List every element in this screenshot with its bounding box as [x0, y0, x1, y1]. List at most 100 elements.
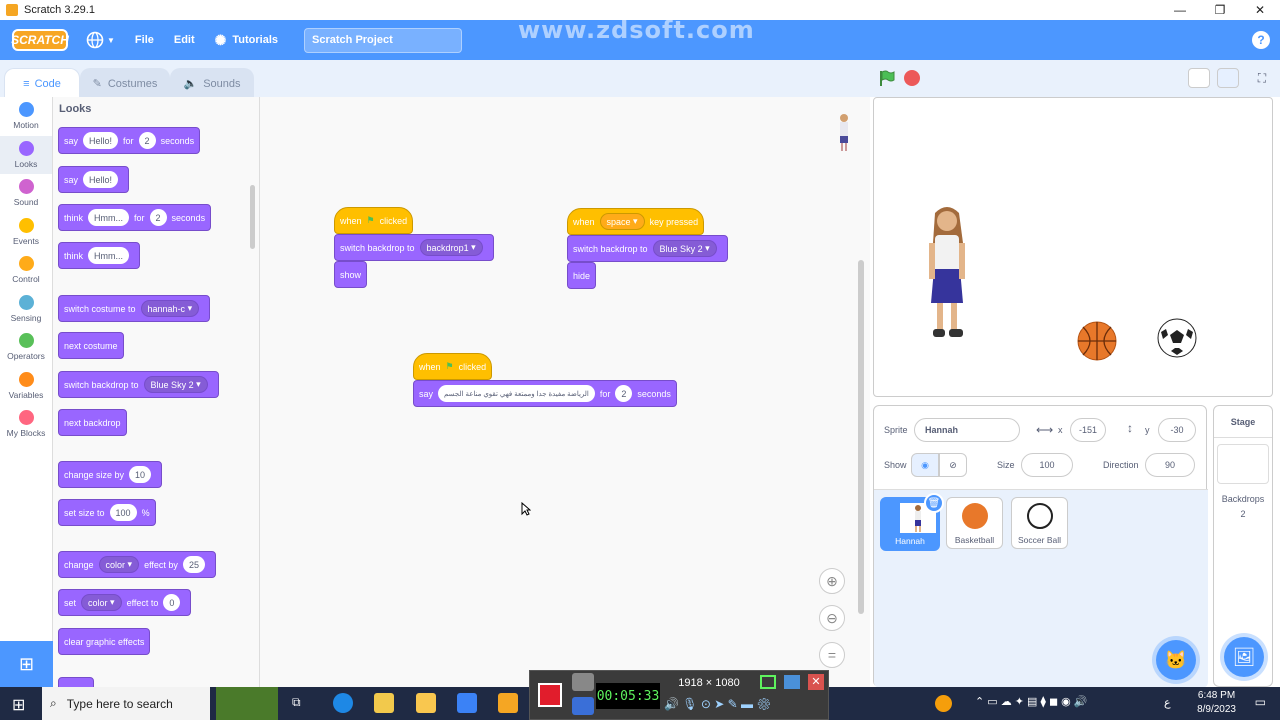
add-sprite-button[interactable]: 🐱 [1156, 640, 1196, 680]
category-control[interactable]: Control [0, 251, 52, 290]
task-view-icon[interactable]: ⧉ [292, 695, 301, 710]
backdrop-dropdown[interactable]: Blue Sky 2 ▾ [143, 376, 208, 393]
notification-icon[interactable]: ▭ [1255, 695, 1266, 709]
category-operators[interactable]: Operators [0, 328, 52, 367]
block-input[interactable]: Hmm... [88, 247, 130, 264]
costume-dropdown[interactable]: hannah-c ▾ [140, 300, 200, 317]
stage-thumbnail[interactable] [1217, 444, 1269, 484]
block-show[interactable]: show [334, 261, 368, 288]
backdrop-dropdown[interactable]: backdrop1 ▾ [419, 239, 483, 256]
sprite-tile-basketball[interactable]: Basketball [946, 497, 1003, 549]
add-extension-button[interactable]: ⊞ [0, 641, 53, 687]
sprite-tile-hannah[interactable]: Hannah 🗑 [880, 493, 944, 551]
sprite-tile-soccer-ball[interactable]: Soccer Ball [1011, 497, 1068, 549]
show-visible-button[interactable]: ◉ [911, 453, 939, 477]
store-icon[interactable] [374, 693, 394, 713]
category-sound[interactable]: Sound [0, 174, 52, 213]
key-dropdown[interactable]: space ▾ [599, 213, 645, 230]
large-stage-button[interactable] [1217, 68, 1239, 88]
recorder-controls-icons[interactable]: 🔊 🎙 ⊙ ➤ ✎ ▬ ⚙ [664, 697, 772, 711]
block-next-costume[interactable]: next costume [58, 332, 124, 359]
language-menu[interactable]: ▼ [86, 31, 115, 49]
block-input[interactable]: 0 [163, 594, 181, 611]
block-hide[interactable]: hide [567, 262, 597, 289]
fullscreen-icon[interactable]: ⛶ [1251, 68, 1273, 88]
direction-input[interactable]: 90 [1145, 453, 1195, 477]
block-change-size[interactable]: change size by 10 [58, 461, 163, 488]
show-hidden-button[interactable]: ⊘ [939, 453, 967, 477]
block-set-effect[interactable]: set color ▾ effect to 0 [58, 589, 192, 616]
block-think-for-seconds[interactable]: think Hmm... for 2 seconds [58, 204, 212, 231]
app-tray-icon[interactable] [935, 695, 952, 712]
block-input[interactable]: 2 [615, 385, 633, 402]
category-sensing[interactable]: Sensing [0, 290, 52, 329]
block-next-backdrop[interactable]: next backdrop [58, 409, 127, 436]
block-say[interactable]: say Hello! [58, 166, 130, 193]
block-switch-backdrop[interactable]: switch backdrop to Blue Sky 2 ▾ [58, 371, 219, 398]
block-input[interactable]: 10 [129, 466, 152, 483]
basketball-sprite[interactable] [1077, 321, 1117, 361]
block-input[interactable]: Hmm... [88, 209, 130, 226]
category-events[interactable]: Events [0, 213, 52, 252]
zoom-reset-button[interactable]: = [819, 642, 845, 668]
minimize-button[interactable]: — [1160, 0, 1200, 20]
script-workspace[interactable]: when ⚑ clicked switch backdrop to backdrop1… [260, 97, 870, 687]
block-say-for-seconds[interactable]: say الرياضة مفيدة جدا وممتعة فهي تقوي منا… [413, 380, 677, 407]
tutorials-menu[interactable]: ✺ Tutorials [215, 32, 278, 49]
small-stage-button[interactable] [1188, 68, 1210, 88]
weather-widget-icon[interactable] [216, 687, 278, 720]
windows-start-icon[interactable]: ⊞ [12, 695, 25, 715]
block-input[interactable]: 2 [138, 132, 156, 149]
camera-icon[interactable] [572, 673, 594, 691]
edge-icon[interactable] [333, 693, 353, 713]
stage-canvas[interactable] [873, 97, 1273, 397]
mail-icon[interactable] [457, 693, 477, 713]
category-looks[interactable]: Looks [0, 135, 52, 174]
block-switch-backdrop[interactable]: switch backdrop to backdrop1 ▾ [334, 234, 494, 261]
block-when-flag-clicked[interactable]: when ⚑ clicked [334, 207, 414, 234]
file-explorer-icon[interactable] [416, 693, 436, 713]
block-input[interactable]: الرياضة مفيدة جدا وممتعة فهي تقوي مناعة … [438, 385, 595, 402]
palette-scrollbar[interactable] [250, 185, 255, 249]
block-input[interactable]: 2 [149, 209, 167, 226]
backdrop-dropdown[interactable]: Blue Sky 2 ▾ [652, 240, 717, 257]
block-switch-costume[interactable]: switch costume to hannah-c ▾ [58, 295, 211, 322]
x-input[interactable]: -151 [1070, 418, 1106, 442]
y-input[interactable]: -30 [1158, 418, 1196, 442]
add-backdrop-button[interactable]: 🖼 [1224, 637, 1264, 677]
taskbar-clock[interactable]: 6:48 PM 8/9/2023 [1197, 689, 1236, 717]
category-my-blocks[interactable]: My Blocks [0, 405, 52, 444]
workspace-scrollbar[interactable] [858, 260, 864, 614]
project-title-input[interactable]: Scratch Project [304, 27, 463, 53]
effect-dropdown[interactable]: color ▾ [98, 556, 140, 573]
maximize-button[interactable]: ❐ [1200, 0, 1240, 20]
help-icon[interactable]: ? [1252, 31, 1270, 49]
block-input[interactable]: 100 [109, 504, 137, 521]
block-partial[interactable] [58, 677, 94, 687]
block-input[interactable]: 25 [182, 556, 205, 573]
record-stop-button[interactable] [538, 683, 562, 707]
zoom-out-button[interactable]: ⊖ [819, 605, 845, 631]
language-indicator[interactable]: ع [1164, 696, 1171, 709]
soccer-ball-sprite[interactable] [1157, 318, 1197, 358]
hannah-sprite[interactable] [921, 203, 973, 343]
block-clear-effects[interactable]: clear graphic effects [58, 628, 151, 655]
effect-dropdown[interactable]: color ▾ [81, 594, 122, 611]
stop-icon[interactable] [904, 70, 920, 86]
block-say-for-seconds[interactable]: say Hello! for 2 seconds [58, 127, 201, 154]
file-menu[interactable]: File [135, 34, 154, 46]
tab-costumes[interactable]: ✎ Costumes [80, 68, 170, 98]
scratch-taskbar-icon[interactable] [498, 693, 518, 713]
sprite-name-input[interactable]: Hannah [914, 418, 1020, 442]
block-set-size[interactable]: set size to 100% [58, 499, 156, 526]
block-when-flag-clicked[interactable]: when ⚑ clicked [413, 353, 493, 380]
stage-selector[interactable]: Stage Backdrops 2 🖼 [1213, 405, 1273, 687]
block-think[interactable]: think Hmm... [58, 242, 141, 269]
block-when-key-pressed[interactable]: when space ▾ key pressed [567, 208, 705, 235]
green-flag-icon[interactable] [878, 69, 896, 87]
category-variables[interactable]: Variables [0, 367, 52, 406]
block-input[interactable]: Hello! [83, 171, 119, 188]
close-button[interactable]: ✕ [1240, 0, 1280, 20]
category-motion[interactable]: Motion [0, 97, 52, 136]
region-icon[interactable] [760, 675, 776, 689]
